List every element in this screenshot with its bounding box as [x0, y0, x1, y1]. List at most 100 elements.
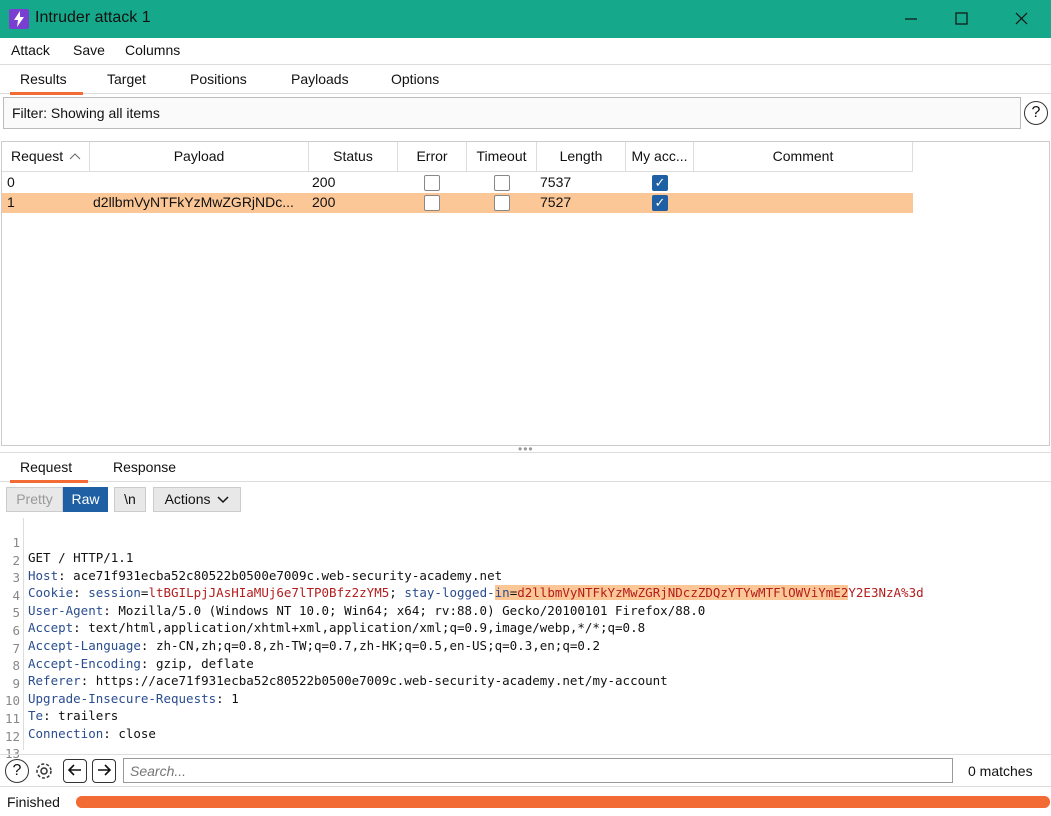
- editor-line: 12: [0, 714, 30, 744]
- menu-bar: Attack Save Columns: [0, 38, 1051, 64]
- close-button[interactable]: [997, 0, 1045, 38]
- cell-request: 0: [7, 174, 15, 190]
- attack-tabs: Results Target Positions Payloads Option…: [0, 64, 1051, 95]
- raw-button[interactable]: Raw: [63, 487, 108, 512]
- header-sep: :: [80, 673, 96, 689]
- header-value: trailers: [58, 708, 119, 724]
- newline-toggle-button[interactable]: \n: [114, 487, 146, 512]
- search-input[interactable]: [130, 762, 940, 780]
- table-row[interactable]: 0 200 7537 ✓: [2, 173, 913, 193]
- column-header-request[interactable]: Request: [2, 142, 90, 172]
- header-key: Accept: [28, 620, 74, 636]
- cell-payload: d2llbmVyNTFkYzMwZGRjNDc...: [93, 194, 294, 210]
- actions-dropdown[interactable]: Actions: [153, 487, 241, 512]
- header-value: 1: [231, 690, 239, 706]
- maximize-button[interactable]: [937, 0, 985, 38]
- tab-payloads[interactable]: Payloads: [291, 71, 349, 87]
- table-row[interactable]: 1 d2llbmVyNTFkYzMwZGRjNDc... 200 7527 ✓: [2, 193, 913, 213]
- header-value: close: [118, 726, 156, 741]
- editor-line: 3 Cookie: session=ltBGILpjJAsHIaMUj6e7lT…: [0, 555, 924, 601]
- editor-line: 5 Accept: text/html,application/xhtml+xm…: [0, 590, 645, 635]
- editor-line: 10 Te: trailers: [0, 678, 118, 723]
- header-key: User-Agent: [28, 602, 104, 618]
- cookie-value-rest: Y2E3NzA%3d: [848, 585, 924, 601]
- header-key: Host: [28, 567, 59, 583]
- header-sep: :: [73, 620, 89, 636]
- header-sep: :: [58, 567, 74, 583]
- cell-timeout-checkbox: [494, 175, 510, 191]
- cookie-name-highlight: in: [494, 585, 510, 601]
- editor-line: 4 User-Agent: Mozilla/5.0 (Windows NT 10…: [0, 573, 705, 618]
- line-value: GET / HTTP/1.1: [28, 550, 134, 565]
- request-editor[interactable]: 1 GET / HTTP/1.1 2 Host: ace71f931ecba52…: [0, 518, 1051, 761]
- column-header-error[interactable]: Error: [398, 142, 467, 172]
- status-bar: Finished: [0, 786, 1051, 816]
- cell-my-account-checkbox: ✓: [652, 175, 668, 191]
- help-icon[interactable]: ?: [1024, 101, 1048, 125]
- header-key: Cookie: [28, 585, 74, 601]
- column-header-request-label: Request: [11, 148, 64, 164]
- header-key: Upgrade-Insecure-Requests: [28, 690, 217, 706]
- header-key: Accept-Encoding: [28, 655, 141, 671]
- cookie-name-session: session: [88, 585, 141, 601]
- arrow-left-icon[interactable]: [63, 759, 87, 783]
- cell-length: 7537: [540, 174, 572, 190]
- header-key: Te: [28, 708, 44, 724]
- menu-save[interactable]: Save: [73, 42, 105, 58]
- tab-target[interactable]: Target: [107, 71, 146, 87]
- gear-icon[interactable]: [32, 759, 56, 783]
- editor-line: 8 Referer: https://ace71f931ecba52c80522…: [0, 643, 667, 688]
- cell-error-checkbox: [424, 175, 440, 191]
- menu-attack[interactable]: Attack: [11, 42, 50, 58]
- editor-line: 9 Upgrade-Insecure-Requests: 1: [0, 661, 238, 706]
- header-sep: :: [43, 708, 59, 724]
- filter-bar[interactable]: Filter: Showing all items: [3, 97, 1021, 129]
- minimize-button[interactable]: [887, 0, 935, 38]
- cell-request: 1: [7, 194, 15, 210]
- message-tabs: Request Response: [0, 452, 1051, 483]
- cookie-name-stay-logged-in: stay-logged-: [404, 585, 495, 601]
- column-header-timeout[interactable]: Timeout: [467, 142, 537, 172]
- menu-columns[interactable]: Columns: [125, 42, 180, 58]
- tab-results[interactable]: Results: [10, 71, 83, 95]
- editor-line: 2 Host: ace71f931ecba52c80522b0500e7009c…: [0, 538, 502, 583]
- column-header-my-account[interactable]: My acc...: [626, 142, 694, 172]
- editor-line: 13: [0, 731, 30, 761]
- header-sep: :: [73, 585, 89, 601]
- header-value: https://ace71f931ecba52c80522b0500e7009c…: [95, 673, 668, 689]
- header-sep: :: [103, 602, 119, 618]
- column-header-payload[interactable]: Payload: [90, 142, 309, 172]
- tab-options[interactable]: Options: [391, 71, 439, 87]
- editor-line: 7 Accept-Encoding: gzip, deflate: [0, 626, 253, 671]
- column-header-status[interactable]: Status: [309, 142, 398, 172]
- cookie-value-session: ltBGILpjJAsHIaMUj6e7lTP0Bfz2zYM5: [148, 585, 390, 601]
- tab-positions[interactable]: Positions: [190, 71, 247, 87]
- header-key: Accept-Language: [28, 638, 141, 653]
- tab-request[interactable]: Request: [9, 459, 89, 483]
- window-title: Intruder attack 1: [35, 9, 151, 26]
- column-header-length[interactable]: Length: [537, 142, 626, 172]
- column-header-comment[interactable]: Comment: [694, 142, 913, 172]
- help-icon[interactable]: ?: [5, 759, 29, 783]
- pretty-button[interactable]: Pretty: [6, 487, 63, 512]
- search-box: [123, 758, 953, 783]
- match-count: 0 matches: [968, 763, 1033, 779]
- header-value: Mozilla/5.0 (Windows NT 10.0; Win64; x64…: [118, 602, 706, 618]
- header-sep: :: [216, 690, 232, 706]
- chevron-down-icon: [217, 496, 229, 504]
- cell-timeout-checkbox: [494, 195, 510, 211]
- arrow-right-icon[interactable]: [92, 759, 116, 783]
- header-value: text/html,application/xhtml+xml,applicat…: [88, 620, 646, 636]
- cell-length: 7527: [540, 194, 572, 210]
- header-value: gzip, deflate: [155, 655, 254, 671]
- cell-status: 200: [312, 194, 336, 210]
- cell-error-checkbox: [424, 195, 440, 211]
- tab-response[interactable]: Response: [113, 459, 176, 475]
- editor-line: 6 Accept-Language: zh-CN,zh;q=0.8,zh-TW;…: [0, 608, 600, 653]
- burp-app-icon: [9, 9, 29, 29]
- header-sep: :: [103, 726, 119, 741]
- editor-line: 1 GET / HTTP/1.1: [0, 520, 133, 565]
- title-bar: Intruder attack 1: [0, 0, 1051, 38]
- header-key: Connection: [28, 726, 104, 741]
- editor-line: 11 Connection: close: [0, 696, 156, 741]
